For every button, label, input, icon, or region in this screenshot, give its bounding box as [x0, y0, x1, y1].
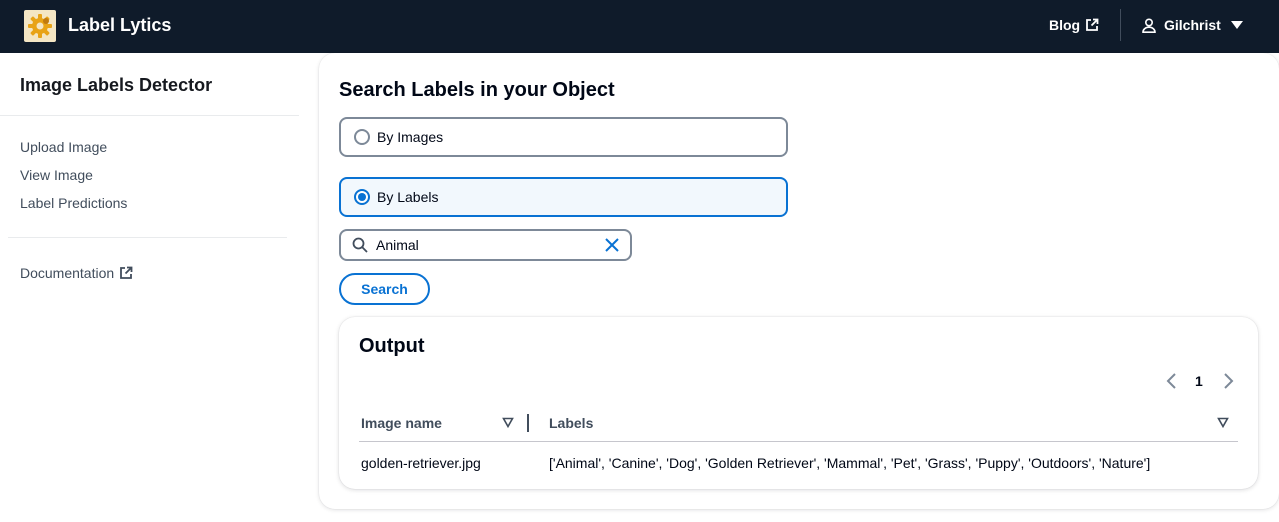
- column-resizer[interactable]: [527, 414, 529, 432]
- radio-label: By Labels: [377, 189, 439, 205]
- sort-icon[interactable]: [1217, 417, 1229, 428]
- radio-button[interactable]: [354, 129, 370, 145]
- app-title[interactable]: Label Lytics: [68, 15, 171, 36]
- top-navigation: Label Lytics Blog Gilchrist: [0, 0, 1279, 53]
- cell-image-name: golden-retriever.jpg: [361, 455, 481, 471]
- sidenav-divider: [0, 115, 299, 116]
- sidebar-item-label-predictions[interactable]: Label Predictions: [20, 195, 127, 211]
- page-title: Search Labels in your Object: [339, 79, 615, 101]
- column-header-image-name[interactable]: Image name: [361, 415, 442, 431]
- table-header-divider: [359, 441, 1238, 442]
- clear-icon[interactable]: [604, 237, 620, 253]
- sidebar-item-documentation[interactable]: Documentation: [20, 265, 133, 281]
- column-header-labels[interactable]: Labels: [549, 415, 593, 431]
- search-button[interactable]: Search: [339, 273, 430, 305]
- output-title: Output: [359, 335, 425, 357]
- radio-by-images[interactable]: By Images: [339, 117, 788, 157]
- pagination-current-page[interactable]: 1: [1195, 373, 1203, 389]
- blog-label: Blog: [1049, 17, 1081, 33]
- caret-down-icon: [1230, 21, 1243, 29]
- sidenav-divider: [8, 237, 287, 238]
- sidebar-item-upload-image[interactable]: Upload Image: [20, 139, 107, 155]
- gear-logo-icon[interactable]: [24, 10, 56, 42]
- search-icon: [352, 237, 368, 253]
- chevron-left-icon[interactable]: [1164, 372, 1180, 390]
- user-menu[interactable]: Gilchrist: [1142, 17, 1243, 33]
- chevron-right-icon[interactable]: [1220, 372, 1236, 390]
- sidenav-title[interactable]: Image Labels Detector: [20, 75, 212, 96]
- nav-separator: [1120, 9, 1121, 41]
- radio-label: By Images: [377, 129, 444, 145]
- blog-link[interactable]: Blog: [1049, 17, 1099, 33]
- radio-by-labels[interactable]: By Labels: [339, 177, 788, 217]
- external-link-icon: [1085, 18, 1099, 32]
- sort-icon[interactable]: [502, 417, 514, 428]
- user-name: Gilchrist: [1164, 17, 1221, 33]
- radio-button[interactable]: [354, 189, 370, 205]
- search-input[interactable]: [376, 237, 596, 253]
- documentation-label: Documentation: [20, 265, 115, 281]
- cell-labels: ['Animal', 'Canine', 'Dog', 'Golden Retr…: [549, 455, 1151, 471]
- user-icon: [1142, 17, 1156, 33]
- label-search-field[interactable]: [339, 229, 632, 261]
- external-link-icon: [119, 266, 133, 280]
- sidebar-item-view-image[interactable]: View Image: [20, 167, 93, 183]
